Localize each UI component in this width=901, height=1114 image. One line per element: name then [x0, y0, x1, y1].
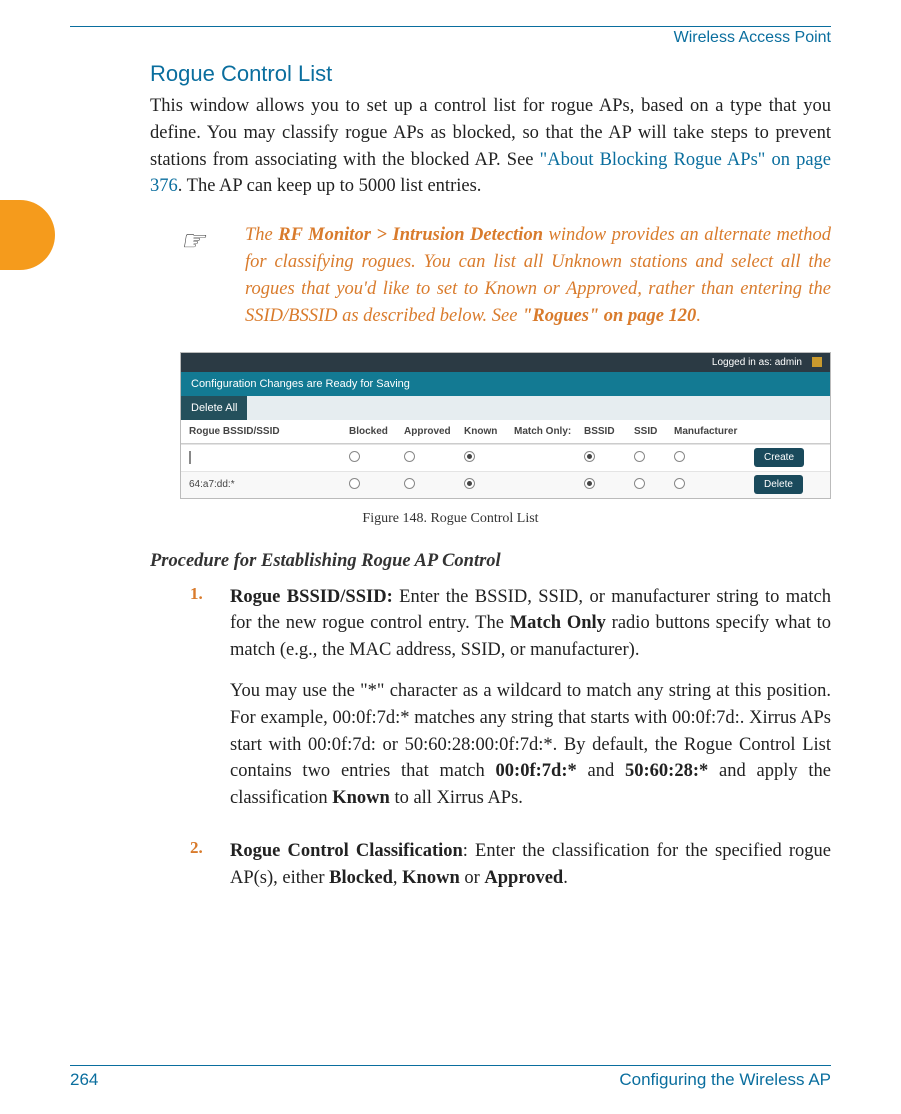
section-heading: Rogue Control List [150, 61, 831, 87]
intro-paragraph: This window allows you to set up a contr… [150, 93, 831, 200]
step-2-text: Rogue Control Classification: Enter the … [230, 838, 831, 892]
s1p2-b: 00:0f:7d:* [496, 761, 577, 781]
note-bold-1: RF Monitor > Intrusion Detection [278, 225, 543, 245]
create-button[interactable]: Create [754, 448, 804, 467]
step-number-2: 2. [190, 838, 212, 892]
s1p2-c: and [577, 761, 625, 781]
col-ssid: SSID [634, 426, 674, 437]
col-mfr: Manufacturer [674, 426, 754, 437]
col-blocked: Blocked [349, 426, 404, 437]
radio-match-mfr[interactable] [674, 478, 685, 489]
radio-known[interactable] [464, 451, 475, 462]
s2-label: Rogue Control Classification [230, 841, 463, 861]
step-1-text: Rogue BSSID/SSID: Enter the BSSID, SSID,… [230, 584, 831, 664]
delete-button[interactable]: Delete [754, 475, 803, 494]
radio-approved[interactable] [404, 451, 415, 462]
radio-match-mfr[interactable] [674, 451, 685, 462]
note-t3: . [696, 306, 701, 326]
bssid-input[interactable] [189, 451, 191, 464]
footer-section: Configuring the Wireless AP [619, 1070, 831, 1090]
s2-blocked: Blocked [329, 868, 393, 888]
row-id: 64:a7:dd:* [189, 479, 349, 490]
col-known: Known [464, 426, 514, 437]
s2-approved: Approved [484, 868, 563, 888]
radio-blocked[interactable] [349, 478, 360, 489]
status-square-icon [812, 357, 822, 367]
figure-screenshot: Logged in as: admin Configuration Change… [180, 352, 831, 499]
page-footer: 264 Configuring the Wireless AP [70, 1065, 831, 1090]
radio-match-ssid[interactable] [634, 451, 645, 462]
s1p2-d: 50:60:28:* [625, 761, 708, 781]
col-matchonly: Match Only: [514, 426, 584, 437]
figure-login-bar: Logged in as: admin [181, 353, 830, 372]
intro-text-b: . The AP can keep up to 5000 list entrie… [178, 176, 482, 196]
s2-comma: , [393, 868, 402, 888]
radio-match-bssid[interactable] [584, 478, 595, 489]
login-text: Logged in as: admin [712, 357, 802, 368]
step-number-1: 1. [190, 584, 212, 664]
note-block: ☞ The RF Monitor > Intrusion Detection w… [180, 222, 831, 329]
s1p2-g: to all Xirrus APs. [390, 788, 523, 808]
col-bssid2: BSSID [584, 426, 634, 437]
delete-all-button[interactable]: Delete All [181, 396, 247, 420]
s1-label: Rogue BSSID/SSID: [230, 587, 393, 607]
s1-matchonly: Match Only [510, 613, 606, 633]
radio-blocked[interactable] [349, 451, 360, 462]
list-item: 1. Rogue BSSID/SSID: Enter the BSSID, SS… [190, 584, 831, 664]
s2-known: Known [402, 868, 460, 888]
s2-period: . [563, 868, 568, 888]
table-row: Create [181, 444, 830, 471]
step-1-paragraph-2: You may use the "*" character as a wildc… [230, 678, 831, 812]
radio-match-bssid[interactable] [584, 451, 595, 462]
note-t1: The [245, 225, 278, 245]
config-banner: Configuration Changes are Ready for Savi… [181, 372, 830, 396]
note-text: The RF Monitor > Intrusion Detection win… [245, 222, 831, 329]
figure-caption: Figure 148. Rogue Control List [70, 511, 831, 527]
page-number: 264 [70, 1070, 98, 1090]
header-rule [70, 26, 831, 27]
col-approved: Approved [404, 426, 464, 437]
pointing-hand-icon: ☞ [180, 222, 220, 329]
running-header: Wireless Access Point [70, 29, 831, 47]
table-header: Rogue BSSID/SSID Blocked Approved Known … [181, 420, 830, 444]
radio-match-ssid[interactable] [634, 478, 645, 489]
procedure-heading: Procedure for Establishing Rogue AP Cont… [150, 551, 831, 572]
table-row: 64:a7:dd:* Delete [181, 471, 830, 498]
radio-approved[interactable] [404, 478, 415, 489]
s2-or: or [460, 868, 485, 888]
s1p2-f: Known [332, 788, 390, 808]
link-rogues-page[interactable]: "Rogues" on page 120 [522, 306, 696, 326]
radio-known[interactable] [464, 478, 475, 489]
col-bssid: Rogue BSSID/SSID [189, 426, 349, 437]
list-item: 2. Rogue Control Classification: Enter t… [190, 838, 831, 892]
